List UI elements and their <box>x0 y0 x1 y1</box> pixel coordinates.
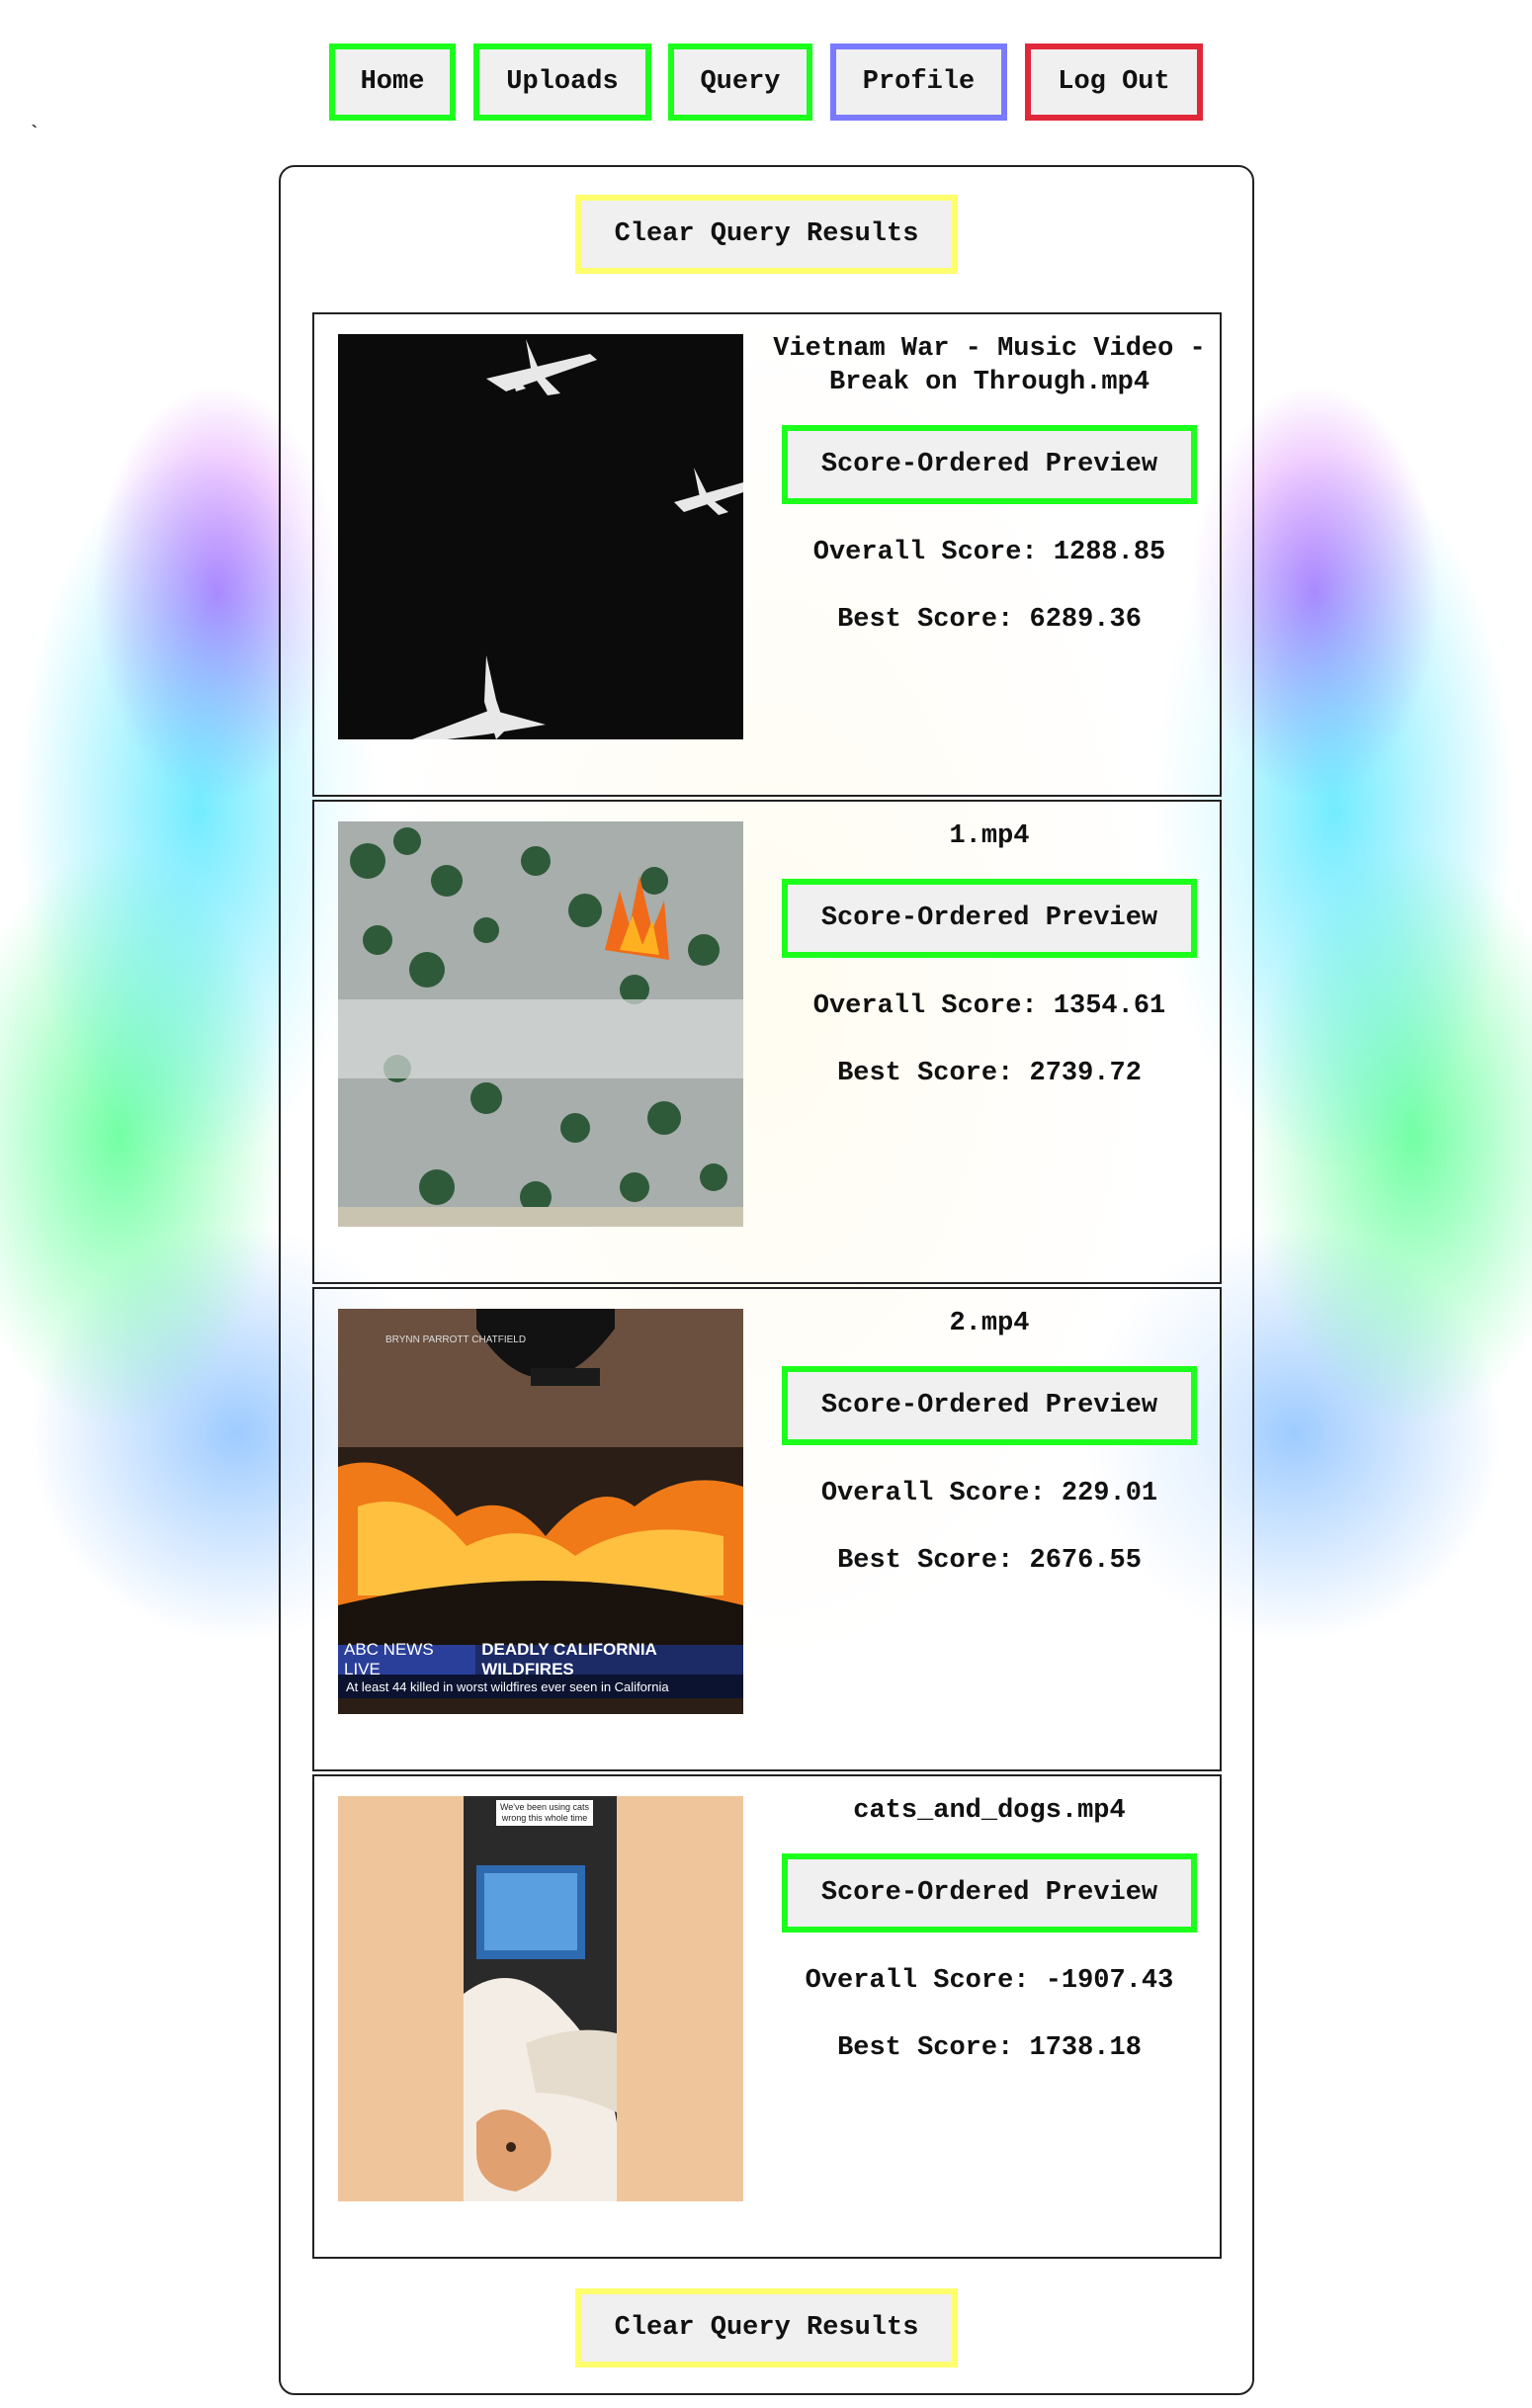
news-headline: DEADLY CALIFORNIA WILDFIRES <box>481 1640 657 1678</box>
result-info: 1.mp4 Score-Ordered Preview Overall Scor… <box>759 802 1220 1090</box>
nav-query-button[interactable]: Query <box>668 43 812 121</box>
result-title: 2.mp4 <box>949 1309 1030 1338</box>
news-subline: At least 44 killed in worst wildfires ev… <box>338 1675 743 1698</box>
planes-thumbnail-art <box>338 334 743 739</box>
score-ordered-preview-button[interactable]: Score-Ordered Preview <box>782 1366 1197 1445</box>
result-info: 2.mp4 Score-Ordered Preview Overall Scor… <box>759 1289 1220 1578</box>
clear-query-results-button[interactable]: Clear Query Results <box>575 195 958 274</box>
result-card: Vietnam War - Music Video - Break on Thr… <box>312 312 1222 797</box>
nav-profile-button[interactable]: Profile <box>830 43 1007 121</box>
video-caption: We've been using cats wrong this whole t… <box>496 1800 593 1826</box>
news-tag: ABC NEWS LIVE <box>338 1640 476 1678</box>
best-score: Best Score: 6289.36 <box>837 605 1142 635</box>
stray-backtick: ` <box>28 123 42 147</box>
result-title: 1.mp4 <box>949 821 1030 851</box>
best-score: Best Score: 1738.18 <box>837 2033 1142 2063</box>
result-info: cats_and_dogs.mp4 Score-Ordered Preview … <box>759 1776 1220 2065</box>
score-ordered-preview-button[interactable]: Score-Ordered Preview <box>782 425 1197 504</box>
score-ordered-preview-button[interactable]: Score-Ordered Preview <box>782 1853 1197 1933</box>
best-score: Best Score: 2739.72 <box>837 1059 1142 1088</box>
overall-score: Overall Score: -1907.43 <box>805 1966 1174 1996</box>
result-card: We've been using cats wrong this whole t… <box>312 1774 1222 2259</box>
video-thumbnail[interactable] <box>338 821 743 1227</box>
query-results-panel: Clear Query Results Vietnam War - Music … <box>279 165 1254 2395</box>
best-score: Best Score: 2676.55 <box>837 1546 1142 1576</box>
video-credit-text: BRYNN PARROTT CHATFIELD <box>385 1334 527 1345</box>
result-title: Vietnam War - Music Video - Break on Thr… <box>773 334 1206 397</box>
video-thumbnail[interactable] <box>338 334 743 739</box>
nav-logout-button[interactable]: Log Out <box>1025 43 1203 121</box>
score-ordered-preview-button[interactable]: Score-Ordered Preview <box>782 879 1197 958</box>
nav-uploads-button[interactable]: Uploads <box>473 43 651 121</box>
result-card: 1.mp4 Score-Ordered Preview Overall Scor… <box>312 800 1222 1284</box>
forest-fire-thumbnail-art <box>338 821 743 1227</box>
top-nav: Home Uploads Query Profile Log Out <box>0 43 1532 121</box>
video-thumbnail[interactable]: We've been using cats wrong this whole t… <box>338 1796 743 2201</box>
overall-score: Overall Score: 1354.61 <box>812 991 1166 1021</box>
video-thumbnail[interactable]: BRYNN PARROTT CHATFIELD ABC NEWS LIVE DE… <box>338 1309 743 1714</box>
news-ticker: ABC NEWS LIVE DEADLY CALIFORNIA WILDFIRE… <box>338 1640 743 1678</box>
result-card: BRYNN PARROTT CHATFIELD ABC NEWS LIVE DE… <box>312 1287 1222 1771</box>
clear-query-results-button-bottom[interactable]: Clear Query Results <box>575 2288 958 2367</box>
overall-score: Overall Score: 1288.85 <box>812 538 1166 567</box>
result-info: Vietnam War - Music Video - Break on Thr… <box>759 314 1220 637</box>
overall-score: Overall Score: 229.01 <box>820 1479 1158 1508</box>
result-title: cats_and_dogs.mp4 <box>853 1796 1126 1826</box>
cat-thumbnail-art <box>338 1796 743 2201</box>
nav-home-button[interactable]: Home <box>329 43 456 121</box>
